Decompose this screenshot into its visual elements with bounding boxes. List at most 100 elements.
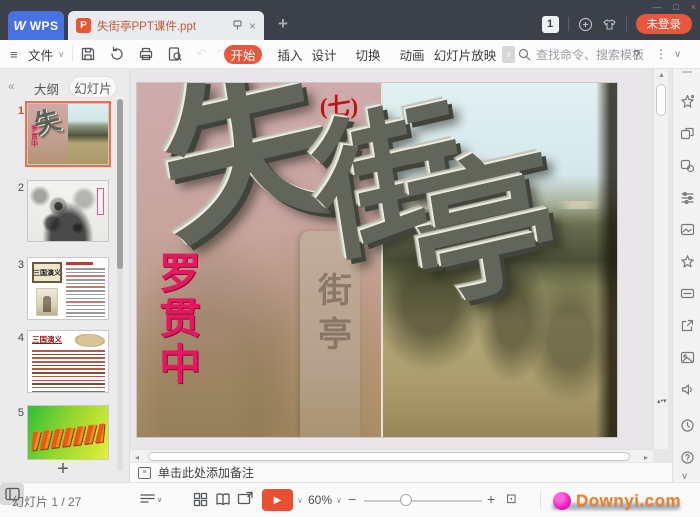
print-preview-button[interactable] — [167, 46, 183, 62]
promotion-icon[interactable] — [578, 17, 593, 32]
horizontal-scrollbar[interactable]: ◂ ▸ — [130, 449, 653, 462]
thumb3-figure — [43, 296, 51, 312]
export-button[interactable] — [109, 46, 125, 62]
tab-slides[interactable]: 幻灯片 — [70, 77, 116, 97]
wps-brand-label: WPS — [30, 19, 59, 33]
print-button[interactable] — [138, 46, 154, 62]
zoom-out-button[interactable]: − — [348, 491, 356, 507]
panel-collapse-icon[interactable]: ∨ — [681, 471, 688, 482]
slide-number: 5 — [10, 407, 24, 419]
wps-logo-icon: W — [13, 18, 25, 33]
title-char-3[interactable]: 亭 — [399, 139, 569, 321]
notes-icon: ≡ — [138, 467, 151, 479]
share-icon[interactable] — [680, 318, 695, 333]
slide-thumbnail-3[interactable]: 三国演义 — [27, 257, 109, 320]
ribbon-tab-slideshow[interactable]: 幻灯片放映 — [430, 40, 500, 68]
author-text[interactable]: 罗 贯 中 — [159, 251, 205, 387]
titlebar: — □ × W WPS P 失街亭PPT课件.ppt × + 1 — [0, 0, 700, 40]
file-caret-icon[interactable]: ∨ — [58, 40, 65, 68]
slide-thumbnail-2[interactable] — [27, 180, 109, 242]
thumb1-author-text: 罗贯中 — [31, 126, 39, 149]
slide-number: 1 — [10, 105, 24, 117]
pin-tab-icon[interactable] — [232, 17, 243, 35]
picture-icon[interactable] — [680, 350, 695, 365]
ppt-file-icon: P — [76, 18, 91, 33]
scroll-right-icon[interactable]: ▸ — [644, 453, 648, 462]
command-search[interactable]: 查找命令、搜索模板 — [518, 40, 644, 68]
new-tab-button[interactable]: + — [278, 14, 288, 34]
thumb1-stone-image: 失 罗贯中 — [28, 104, 68, 164]
smart-beautify-icon[interactable] — [680, 94, 695, 109]
help-icon[interactable]: ? — [633, 40, 640, 68]
thumb3-figure-image — [36, 288, 58, 316]
panel-handle[interactable] — [682, 71, 692, 73]
wps-home-tab[interactable]: W WPS — [8, 11, 64, 40]
ribbon-tab-home[interactable]: 开始 — [224, 45, 262, 64]
titlebar-right-cluster: 1 未登录 — [542, 13, 693, 35]
play-options-caret-icon[interactable]: ∨ — [297, 496, 303, 505]
vertical-scrollbar-thumb[interactable] — [656, 84, 666, 116]
collapse-ribbon-icon[interactable]: ∨ — [674, 40, 681, 68]
search-placeholder: 查找命令、搜索模板 — [536, 46, 644, 63]
more-icon[interactable]: ⋮ — [655, 40, 667, 68]
notes-placeholder[interactable]: 单击此处添加备注 — [158, 464, 254, 481]
zoom-level[interactable]: 60% — [308, 493, 332, 507]
notes-toggle-caret-icon[interactable]: ∨ — [157, 496, 162, 504]
history-icon[interactable] — [680, 418, 695, 433]
close-tab-icon[interactable]: × — [249, 19, 256, 33]
slide-thumbnail-1[interactable]: 失 罗贯中 — [27, 103, 109, 165]
insert-shape-icon[interactable] — [680, 158, 695, 173]
ribbon-tab-design[interactable]: 设计 — [306, 40, 342, 68]
notes-toggle-icon[interactable] — [139, 490, 156, 512]
skin-theme-icon[interactable] — [602, 17, 617, 32]
collapse-panel-icon[interactable]: « — [8, 79, 15, 93]
minimize-button[interactable]: — — [652, 0, 661, 14]
undo-icon[interactable]: ↶ — [196, 46, 207, 62]
maximize-button[interactable]: □ — [673, 0, 678, 14]
message-count-badge[interactable]: 1 — [542, 16, 559, 33]
slideshow-dropdown-icon[interactable]: ∨ — [502, 46, 515, 63]
sidebar-scrollbar-thumb[interactable] — [117, 99, 123, 269]
adjust-settings-icon[interactable] — [680, 190, 695, 205]
fit-to-window-icon[interactable]: ⊡ — [506, 491, 517, 507]
ribbon-tab-insert[interactable]: 插入 — [272, 40, 308, 68]
sidebar-scrollbar[interactable] — [117, 99, 123, 471]
slide-canvas[interactable]: 街亭 (七) 失 街 亭 罗 贯 中 — [137, 83, 617, 437]
ribbon-tab-transitions[interactable]: 切换 — [350, 40, 386, 68]
view-slide-sorter-button[interactable] — [193, 492, 208, 512]
shapes-icon[interactable] — [680, 126, 695, 141]
vertical-scrollbar[interactable]: ▲ ▴•▾ — [653, 69, 668, 449]
file-menu[interactable]: 文件 — [28, 40, 53, 68]
notes-bar[interactable]: ≡ 单击此处添加备注 — [130, 462, 672, 482]
add-slide-button[interactable]: + — [50, 461, 76, 479]
view-projector-button[interactable] — [237, 491, 254, 512]
zoom-in-button[interactable]: + — [487, 491, 495, 507]
ribbon-tab-animation[interactable]: 动画 — [394, 40, 430, 68]
textbox-icon[interactable] — [680, 286, 695, 301]
menu-icon[interactable]: ≡ — [10, 40, 18, 68]
scroll-left-icon[interactable]: ◂ — [135, 453, 139, 462]
stele-inscription: 街亭 — [318, 269, 352, 357]
zoom-slider-track[interactable] — [364, 500, 482, 502]
wps-presentation-window: — □ × W WPS P 失街亭PPT课件.ppt × + 1 — [0, 0, 700, 517]
login-button[interactable]: 未登录 — [636, 14, 693, 34]
sound-icon[interactable] — [680, 382, 695, 397]
previous-next-slide-buttons[interactable]: ▴•▾ — [657, 397, 666, 408]
save-button[interactable] — [80, 46, 96, 62]
slide-thumbnail-5[interactable] — [27, 405, 109, 460]
view-reading-button[interactable] — [215, 492, 231, 512]
slide-thumbnail-4[interactable]: 三国演义 — [27, 330, 109, 393]
scroll-up-icon[interactable]: ▲ — [658, 72, 665, 79]
tab-outline[interactable]: 大纲 — [34, 79, 59, 98]
document-tab[interactable]: P 失街亭PPT课件.ppt × — [68, 11, 264, 40]
image-edit-icon[interactable] — [680, 222, 695, 237]
play-icon: ▶ — [274, 495, 282, 506]
zoom-caret-icon[interactable]: ∨ — [336, 496, 342, 505]
close-button[interactable]: × — [691, 0, 696, 14]
favorite-star-icon[interactable] — [680, 254, 695, 269]
zoom-slider-thumb[interactable] — [400, 494, 412, 506]
horizontal-scrollbar-thumb[interactable] — [148, 452, 630, 461]
panel-help-icon[interactable] — [680, 450, 695, 465]
slideshow-play-button[interactable]: ▶ — [262, 489, 293, 511]
divider — [540, 491, 541, 509]
